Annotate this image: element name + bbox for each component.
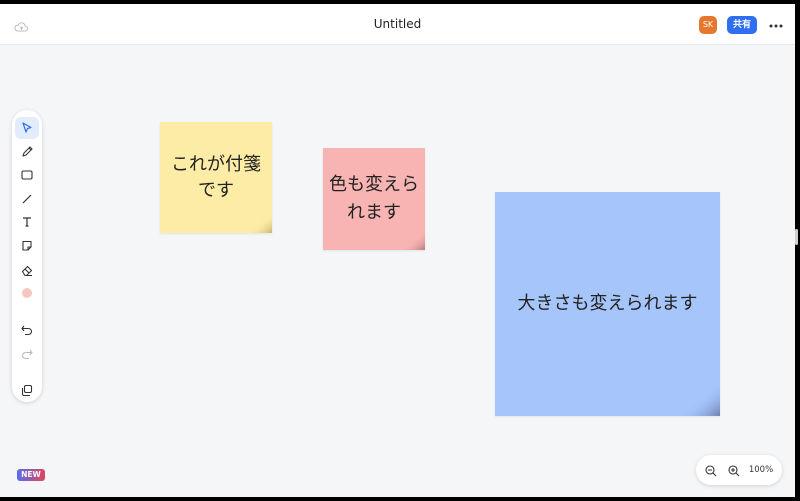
layers-icon <box>20 383 34 397</box>
cursor-arrow-icon <box>20 121 34 135</box>
line-icon <box>20 192 34 206</box>
redo-icon <box>20 347 34 361</box>
zoom-out-icon[interactable] <box>704 463 718 477</box>
text-icon <box>20 215 34 229</box>
pages-button[interactable] <box>15 379 39 401</box>
document-title[interactable]: Untitled <box>0 4 795 44</box>
top-bar: Untitled SK 共有 <box>0 4 795 45</box>
undo-button[interactable] <box>15 319 39 341</box>
sticky-note-yellow[interactable]: これが付箋 です <box>160 122 272 233</box>
more-horizontal-icon[interactable] <box>768 18 784 32</box>
eraser-icon <box>20 263 34 277</box>
color-picker-button[interactable] <box>15 282 39 304</box>
drawing-toolbar <box>12 110 42 402</box>
pencil-icon <box>20 145 34 159</box>
zoom-controls: 100% <box>696 455 782 485</box>
new-badge[interactable]: NEW <box>17 469 45 481</box>
rectangle-icon <box>20 168 34 182</box>
rectangle-tool-button[interactable] <box>15 164 39 186</box>
sticky-note-blue[interactable]: 大きさも変えられます <box>495 192 720 416</box>
share-button[interactable]: 共有 <box>727 16 757 34</box>
sticky-note-tool-button[interactable] <box>15 235 39 257</box>
select-tool-button[interactable] <box>15 117 39 139</box>
note-fold-corner <box>680 382 720 416</box>
redo-button[interactable] <box>15 343 39 365</box>
note-text: 大きさも変えられます <box>517 293 698 314</box>
scrollbar-handle[interactable] <box>795 229 798 245</box>
zoom-in-icon[interactable] <box>727 463 741 477</box>
note-text: これが付箋 です <box>171 153 261 201</box>
text-tool-button[interactable] <box>15 211 39 233</box>
color-dot-icon <box>20 286 34 300</box>
note-fold-corner <box>399 228 425 250</box>
line-tool-button[interactable] <box>15 188 39 210</box>
whiteboard-window: Untitled SK 共有 これが付箋 です 色も変えら れます 大きさも変え… <box>0 4 795 497</box>
undo-icon <box>20 323 34 337</box>
pen-tool-button[interactable] <box>15 141 39 163</box>
zoom-level[interactable]: 100% <box>746 455 776 485</box>
note-text: 色も変えら れます <box>329 174 419 223</box>
eraser-tool-button[interactable] <box>15 259 39 281</box>
note-fold-corner <box>246 211 272 233</box>
sticky-note-pink[interactable]: 色も変えら れます <box>323 148 425 250</box>
avatar[interactable]: SK <box>699 16 717 34</box>
sticky-note-icon <box>20 239 34 253</box>
